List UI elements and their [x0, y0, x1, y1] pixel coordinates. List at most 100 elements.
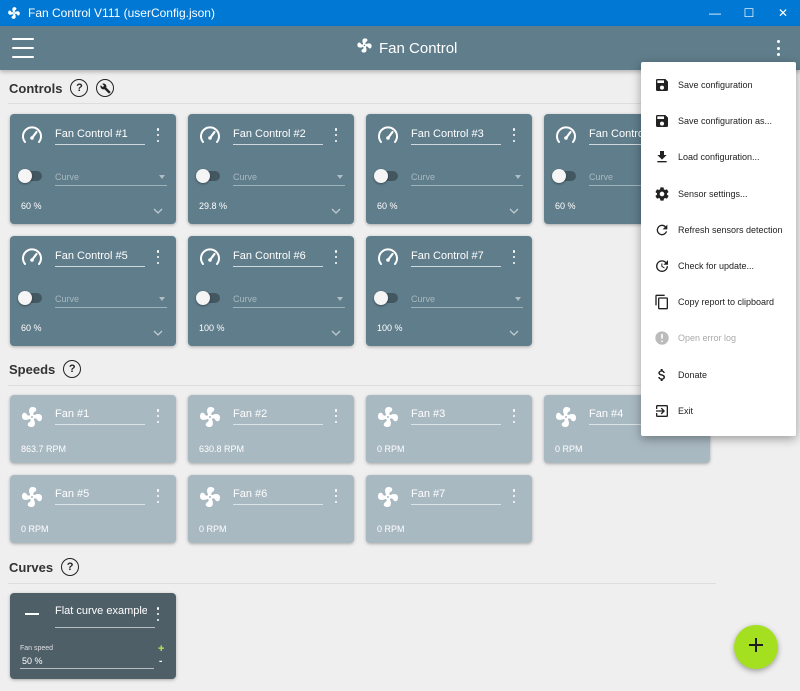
- enable-toggle[interactable]: [18, 291, 42, 305]
- hamburger-icon[interactable]: [12, 38, 34, 58]
- gauge-icon: [376, 124, 400, 148]
- fan-name[interactable]: Fan #6: [233, 488, 323, 505]
- more-vertical-icon[interactable]: [154, 250, 162, 264]
- fan-speed-card[interactable]: Fan #3 0 RPM: [366, 395, 532, 463]
- expand-icon[interactable]: [153, 324, 163, 336]
- increment-button[interactable]: +: [158, 643, 164, 655]
- minimize-button[interactable]: —: [698, 0, 732, 26]
- curves-section-header: Curves ?: [9, 555, 87, 579]
- menu-item-save-configuration-as[interactable]: Save configuration as...: [641, 103, 796, 139]
- fan-name[interactable]: Fan #5: [55, 488, 145, 505]
- fan-control-card[interactable]: Fan Control #2 Curve 29.8 %: [188, 114, 354, 224]
- curve-select[interactable]: Curve: [411, 172, 523, 186]
- control-name[interactable]: Fan Control #6: [233, 250, 323, 267]
- control-name[interactable]: Fan Control #5: [55, 250, 145, 267]
- menu-item-load-configuration[interactable]: Load configuration...: [641, 139, 796, 175]
- more-vertical-icon[interactable]: [510, 409, 518, 423]
- fan-icon: [198, 405, 222, 429]
- fan-name[interactable]: Fan #3: [411, 408, 501, 425]
- fan-control-card[interactable]: Fan Control #5 Curve 60 %: [10, 236, 176, 346]
- more-vertical-icon[interactable]: [770, 40, 786, 56]
- more-vertical-icon[interactable]: [332, 409, 340, 423]
- fan-icon: [20, 485, 44, 509]
- fan-speed-card[interactable]: Fan #6 0 RPM: [188, 475, 354, 543]
- enable-toggle[interactable]: [196, 291, 220, 305]
- menu-item-label: Save configuration: [678, 80, 753, 90]
- decrement-button[interactable]: -: [159, 656, 162, 667]
- control-name[interactable]: Fan Control #7: [411, 250, 501, 267]
- more-vertical-icon[interactable]: [154, 607, 162, 621]
- expand-icon[interactable]: [509, 324, 519, 336]
- fan-speed-card[interactable]: Fan #5 0 RPM: [10, 475, 176, 543]
- fan-name[interactable]: Fan #2: [233, 408, 323, 425]
- close-button[interactable]: ✕: [766, 0, 800, 26]
- curve-card[interactable]: Flat curve example Fan speed 50 % + -: [10, 593, 176, 679]
- more-vertical-icon[interactable]: [510, 489, 518, 503]
- fan-speed-input[interactable]: 50 %: [20, 656, 154, 669]
- collapse-icon[interactable]: [25, 613, 39, 615]
- menu-item-copy-report-to-clipboard[interactable]: Copy report to clipboard: [641, 284, 796, 320]
- fan-control-card[interactable]: Fan Control #7 Curve 100 %: [366, 236, 532, 346]
- curve-select[interactable]: Curve: [411, 294, 523, 308]
- help-icon[interactable]: ?: [61, 558, 80, 576]
- add-button[interactable]: [734, 625, 778, 669]
- control-name[interactable]: Fan Control #2: [233, 128, 323, 145]
- menu-item-label: Sensor settings...: [678, 188, 748, 199]
- fan-speed-card[interactable]: Fan #7 0 RPM: [366, 475, 532, 543]
- more-vertical-icon[interactable]: [154, 128, 162, 142]
- gauge-icon: [20, 124, 44, 148]
- fan-speed-card[interactable]: Fan #1 863.7 RPM: [10, 395, 176, 463]
- fan-icon: [554, 405, 578, 429]
- help-icon[interactable]: ?: [63, 360, 82, 378]
- control-name[interactable]: Fan Control #3: [411, 128, 501, 145]
- more-vertical-icon[interactable]: [332, 128, 340, 142]
- curve-select[interactable]: Curve: [233, 294, 345, 308]
- expand-icon[interactable]: [331, 202, 341, 214]
- more-vertical-icon[interactable]: [154, 489, 162, 503]
- expand-icon[interactable]: [509, 202, 519, 214]
- control-value: 60 %: [21, 201, 42, 211]
- more-vertical-icon[interactable]: [510, 250, 518, 264]
- menu-item-check-for-update[interactable]: Check for update...: [641, 248, 796, 284]
- curve-name[interactable]: Flat curve example: [55, 605, 147, 621]
- fan-rpm: 0 RPM: [199, 524, 227, 534]
- fan-name[interactable]: Fan #7: [411, 488, 501, 505]
- more-vertical-icon[interactable]: [510, 128, 518, 142]
- chevron-down-icon: [337, 297, 343, 301]
- save-icon: [653, 76, 671, 94]
- fan-icon: [20, 405, 44, 429]
- fan-name[interactable]: Fan #1: [55, 408, 145, 425]
- menu-item-label: Copy report to clipboard: [678, 297, 775, 308]
- help-icon[interactable]: ?: [70, 79, 89, 97]
- curve-select[interactable]: Curve: [55, 172, 167, 186]
- fan-control-card[interactable]: Fan Control #3 Curve 60 %: [366, 114, 532, 224]
- wrench-icon[interactable]: [96, 79, 115, 97]
- menu-item-sensor-settings[interactable]: Sensor settings...: [641, 176, 796, 212]
- maximize-button[interactable]: ☐: [732, 0, 766, 26]
- control-name[interactable]: Fan Control #1: [55, 128, 145, 145]
- enable-toggle[interactable]: [374, 291, 398, 305]
- gauge-icon: [198, 124, 222, 148]
- enable-toggle[interactable]: [552, 169, 576, 183]
- enable-toggle[interactable]: [196, 169, 220, 183]
- enable-toggle[interactable]: [18, 169, 42, 183]
- chevron-down-icon: [159, 175, 165, 179]
- gauge-icon: [20, 246, 44, 270]
- fan-control-card[interactable]: Fan Control #6 Curve 100 %: [188, 236, 354, 346]
- menu-item-save-configuration[interactable]: Save configuration: [641, 67, 796, 103]
- menu-item-exit[interactable]: Exit: [641, 393, 796, 429]
- menu-item-refresh-sensors-detection[interactable]: Refresh sensors detection: [641, 212, 796, 248]
- enable-toggle[interactable]: [374, 169, 398, 183]
- more-vertical-icon[interactable]: [332, 489, 340, 503]
- more-vertical-icon[interactable]: [332, 250, 340, 264]
- curve-select[interactable]: Curve: [233, 172, 345, 186]
- expand-icon[interactable]: [153, 202, 163, 214]
- curve-placeholder: Curve: [589, 172, 614, 182]
- more-vertical-icon[interactable]: [154, 409, 162, 423]
- expand-icon[interactable]: [331, 324, 341, 336]
- window-titlebar[interactable]: Fan Control V111 (userConfig.json) — ☐ ✕: [0, 0, 800, 26]
- fan-control-card[interactable]: Fan Control #1 Curve 60 %: [10, 114, 176, 224]
- menu-item-donate[interactable]: Donate: [641, 357, 796, 393]
- fan-speed-card[interactable]: Fan #2 630.8 RPM: [188, 395, 354, 463]
- curve-select[interactable]: Curve: [55, 294, 167, 308]
